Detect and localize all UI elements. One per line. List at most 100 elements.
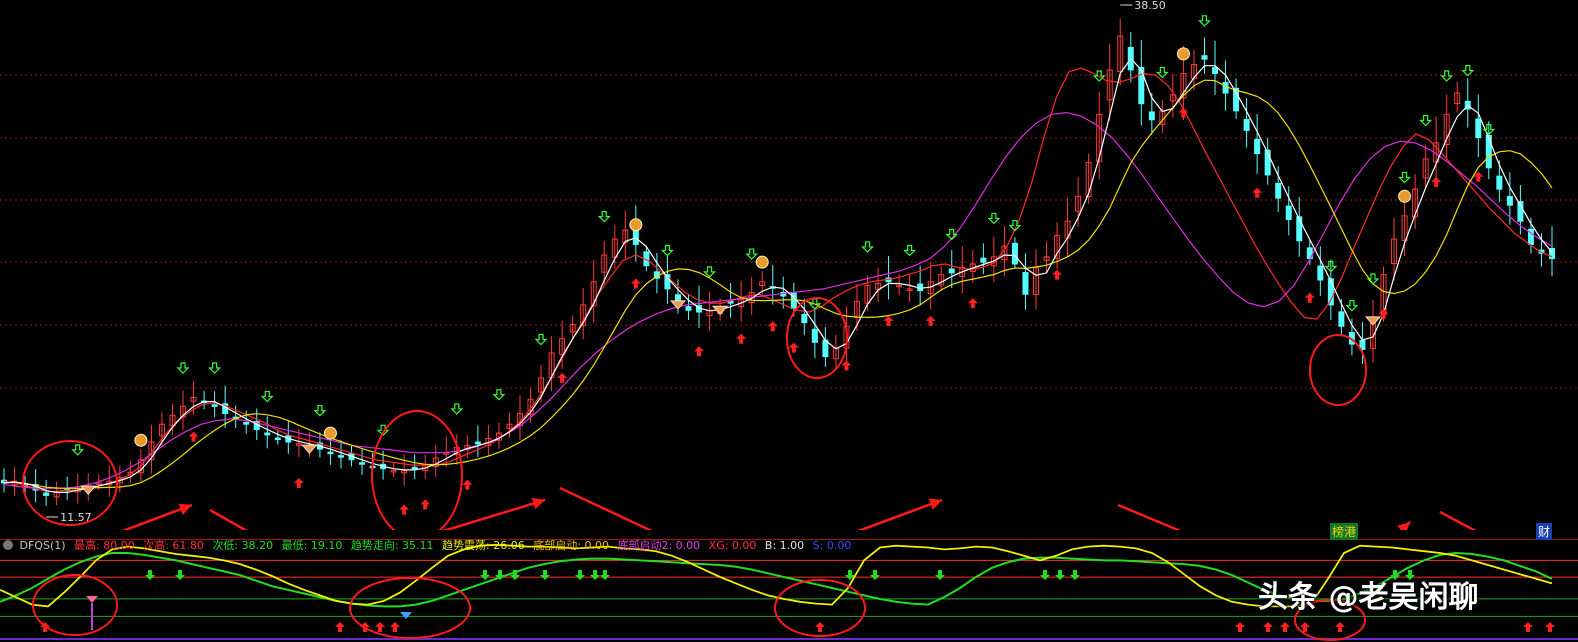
osc-down-arrow <box>575 570 585 580</box>
legend-xg: XG: 0.00 <box>708 539 757 552</box>
legend-b: B: 1.00 <box>764 539 805 552</box>
candle-down <box>1222 81 1229 94</box>
annotation-arrowhead <box>1397 522 1410 530</box>
down-arrow-signal <box>260 390 274 403</box>
candle-down <box>359 462 366 465</box>
candle-down <box>801 313 808 324</box>
annotation-arrow <box>559 486 653 530</box>
candle-down <box>1485 134 1492 169</box>
osc-down-arrow <box>1070 570 1080 580</box>
up-arrow-signal <box>188 431 199 442</box>
annotation-circle <box>1309 334 1367 406</box>
candle-down <box>1275 182 1282 199</box>
watermark: 头条 @老吴闲聊 <box>1258 580 1479 615</box>
osc-down-arrow <box>870 570 880 580</box>
candle-down <box>243 421 250 425</box>
down-arrow-signal <box>1461 65 1475 77</box>
down-arrow-signal <box>1366 273 1380 285</box>
ma-line-yellow <box>3 79 1553 489</box>
candle-down <box>1317 265 1324 281</box>
down-arrow-signal <box>1155 66 1169 79</box>
legend-lowest: 最低: 19.10 <box>281 539 343 552</box>
annotation-arrow <box>442 498 546 530</box>
up-arrow-signal <box>767 321 778 332</box>
down-arrow-signal <box>703 266 716 278</box>
down-arrow-signal <box>1398 171 1412 184</box>
up-arrow-signal <box>399 504 410 515</box>
osc-down-arrow <box>145 570 155 580</box>
osc-up-arrow <box>1263 622 1273 632</box>
down-arrow-signal <box>534 333 548 346</box>
money-bag-icon <box>755 255 769 269</box>
osc-up-arrow <box>1523 622 1533 632</box>
stock-chart-window: 38.50 11.57 DFQS(1) 最高: 80.00 次高: 61.80 次… <box>0 0 1578 642</box>
legend-second-high: 次高: 61.80 <box>143 539 204 552</box>
indicator-legend: DFQS(1) 最高: 80.00 次高: 61.80 次低: 38.20 最低… <box>0 538 856 554</box>
annotation-circle <box>371 410 463 530</box>
down-arrow-signal <box>71 444 85 456</box>
down-arrow-signal <box>1419 114 1433 127</box>
osc-up-arrow <box>815 622 825 632</box>
annotation-arrow <box>857 498 943 530</box>
osc-down-arrow <box>935 570 945 580</box>
down-arrow-signal <box>208 362 222 374</box>
up-arrow-signal <box>420 499 431 510</box>
indicator-menu-icon[interactable] <box>3 540 13 550</box>
money-bag-icon <box>629 218 643 232</box>
annotation-arrow <box>209 508 248 530</box>
up-arrow-signal <box>293 477 304 488</box>
osc-up-arrow <box>1335 622 1345 632</box>
candle-down <box>211 404 218 407</box>
candle-down <box>1285 205 1292 220</box>
legend-indicator-name[interactable]: DFQS(1) <box>20 539 66 552</box>
down-arrow-signal <box>660 244 674 257</box>
osc-up-arrow <box>375 622 385 632</box>
down-arrow-signal <box>987 212 1001 225</box>
annotation-arrow <box>1439 510 1477 530</box>
candle-down <box>1212 67 1219 74</box>
legend-second-low: 次低: 38.20 <box>212 539 274 552</box>
candle-down <box>685 306 692 311</box>
legend-bottom-start: 底部启动: 0.00 <box>533 539 609 552</box>
candle-down <box>1475 118 1482 139</box>
legend-s: S: 0.00 <box>812 539 852 552</box>
up-arrow-signal <box>1431 177 1442 188</box>
up-arrow-signal <box>1252 187 1263 198</box>
money-bag-icon <box>1176 47 1190 61</box>
osc-annotation-circle <box>32 574 118 636</box>
osc-down-arrow <box>590 570 600 580</box>
candlestick-chart[interactable]: 38.5011.57 <box>0 0 1578 530</box>
up-arrow-signal <box>1304 292 1315 303</box>
up-arrow-signal <box>630 278 641 289</box>
up-arrow-signal <box>557 372 568 383</box>
osc-down-arrow <box>480 570 490 580</box>
candle-down <box>1148 111 1155 121</box>
cai-tag[interactable]: 财 <box>1536 523 1553 540</box>
osc-down-arrow <box>1055 570 1065 580</box>
down-arrow-signal <box>176 362 190 374</box>
osc-up-arrow <box>1280 622 1290 632</box>
legend-trend-oscillation: 趋势震荡: 26.06 <box>442 539 525 552</box>
legend-highest: 最高: 80.00 <box>74 539 135 552</box>
bang-gang-tag[interactable]: 榜港 <box>1330 523 1359 540</box>
up-arrow-signal <box>736 333 747 344</box>
up-arrow-signal <box>883 315 894 326</box>
candle-down <box>1338 311 1345 327</box>
money-bag-icon <box>323 426 337 440</box>
candle-down <box>474 441 481 445</box>
candle-down <box>674 294 681 302</box>
candle-down <box>1011 242 1018 265</box>
candle-down <box>1254 138 1261 155</box>
price-high-label: 38.50 <box>1134 0 1166 12</box>
diamond-icon <box>301 444 318 454</box>
osc-up-arrow <box>1235 622 1245 632</box>
blue-diamond-icon <box>400 612 412 619</box>
up-arrow-signal <box>967 298 978 309</box>
up-arrow-signal <box>1052 269 1063 280</box>
osc-up-arrow <box>1545 622 1555 632</box>
down-arrow-signal <box>597 211 611 223</box>
up-arrow-signal <box>694 346 705 357</box>
candle-down <box>980 257 987 263</box>
candle-down <box>274 437 281 441</box>
down-arrow-signal <box>492 389 506 401</box>
